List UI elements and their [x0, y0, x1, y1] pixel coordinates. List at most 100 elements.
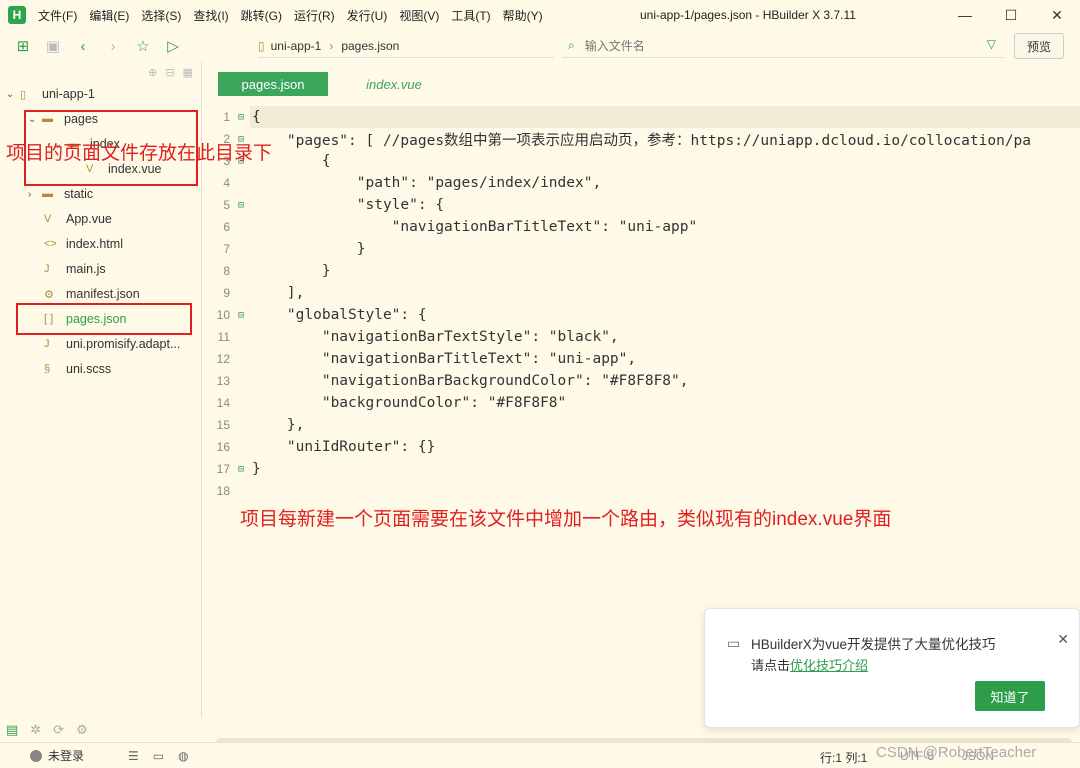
menu-select[interactable]: 选择(S) — [141, 7, 181, 24]
code-text: ], — [252, 285, 305, 301]
plugin-icon[interactable]: ⟳ — [53, 722, 64, 738]
menu-edit[interactable]: 编辑(E) — [89, 7, 129, 24]
debug-icon[interactable]: ✲ — [30, 722, 41, 738]
code-line: 10 ⊟ "globalStyle": { — [216, 307, 427, 323]
tree-label: main.js — [66, 262, 106, 276]
watermark: CSDN @RobertTeacher — [876, 744, 1037, 761]
code-line: 5 ⊟ "style": { — [223, 197, 445, 213]
tree-item-index-html[interactable]: <> index.html — [44, 233, 123, 255]
window-title: uni-app-1/pages.json - HBuilder X 3.7.11 — [640, 8, 856, 22]
login-status[interactable]: 未登录 — [30, 747, 84, 764]
list-icon[interactable]: ☰ — [128, 749, 139, 763]
toast-link-prefix: 请点击 — [751, 658, 791, 673]
star-icon[interactable]: ☆ — [128, 34, 158, 58]
forward-icon[interactable]: › — [98, 34, 128, 58]
settings-file-icon: ⚙ — [44, 288, 54, 301]
file-search-input[interactable] — [584, 38, 945, 53]
terminal-icon[interactable]: ▭ — [153, 749, 164, 763]
tree-label: manifest.json — [66, 287, 140, 301]
tree-item-app-vue[interactable]: V App.vue — [44, 208, 112, 230]
save-icon[interactable]: ▣ — [38, 34, 68, 58]
back-icon[interactable]: ‹ — [68, 34, 98, 58]
tree-label: uni.scss — [66, 362, 112, 376]
status-icons: ☰ ▭ ◍ — [128, 749, 189, 763]
code-line: 8 } — [223, 263, 331, 279]
fold-icon[interactable]: ⊟ — [230, 200, 252, 211]
code-text: { — [252, 109, 261, 125]
hbuilder-window: H 文件(F) 编辑(E) 选择(S) 查找(I) 跳转(G) 运行(R) 发行… — [0, 0, 1080, 768]
tree-item-static[interactable]: › ▬ static — [28, 183, 93, 205]
tree-item-uni-promisify[interactable]: J uni.promisify.adapt... — [44, 333, 180, 355]
notification-toast: ▭ HBuilderX为vue开发提供了大量优化技巧 请点击优化技巧介绍 ✕ 知… — [704, 608, 1080, 728]
file-search: ⌕ ▽ — [562, 34, 1004, 58]
toast-link[interactable]: 优化技巧介绍 — [790, 658, 868, 673]
collapse-all-icon[interactable]: ⊕ — [148, 66, 157, 79]
html-file-icon: <> — [44, 238, 57, 250]
new-file-icon[interactable]: ⊞ — [8, 34, 38, 58]
code-line: 14 "backgroundColor": "#F8F8F8" — [216, 395, 567, 411]
fold-icon[interactable]: ⊟ — [230, 310, 252, 321]
close-icon[interactable]: ✕ — [1057, 631, 1069, 648]
code-line: 9 ], — [223, 285, 305, 301]
code-text: "uniIdRouter": {} — [252, 439, 436, 455]
menu-view[interactable]: 视图(V) — [399, 7, 439, 24]
menu-goto[interactable]: 跳转(G) — [241, 7, 282, 24]
menu-publish[interactable]: 发行(U) — [347, 7, 388, 24]
editor-tab-bar: pages.json index.vue — [204, 62, 1080, 106]
cursor-position[interactable]: 行:1 列:1 — [820, 749, 867, 766]
tree-project[interactable]: ⌄ ▯ uni-app-1 — [6, 83, 95, 105]
close-icon[interactable]: ✕ — [1034, 0, 1080, 30]
code-line: 6 "navigationBarTitleText": "uni-app" — [223, 219, 698, 235]
code-text: "backgroundColor": "#F8F8F8" — [252, 395, 567, 411]
menu-file[interactable]: 文件(F) — [38, 7, 77, 24]
message-icon: ▭ — [727, 635, 741, 651]
breadcrumb-project[interactable]: uni-app-1 — [271, 39, 322, 53]
tree-item-uni-scss[interactable]: § uni.scss — [44, 358, 111, 380]
breadcrumb: ▯ uni-app-1 › pages.json — [258, 34, 554, 58]
code-text: "navigationBarTextStyle": "black", — [252, 329, 619, 345]
code-line: 13 "navigationBarBackgroundColor": "#F8F… — [216, 373, 689, 389]
annotation-box-pages-json — [16, 303, 192, 335]
menu-help[interactable]: 帮助(Y) — [503, 7, 543, 24]
code-line: 17 ⊟} — [216, 461, 261, 477]
toast-message: HBuilderX为vue开发提供了大量优化技巧 — [751, 637, 996, 652]
js-file-icon: J — [44, 263, 50, 275]
menu-run[interactable]: 运行(R) — [294, 7, 335, 24]
fold-icon[interactable]: ⊟ — [230, 112, 252, 123]
new-folder-icon[interactable]: ⊟ — [165, 66, 174, 79]
code-line: 18 — [216, 484, 230, 498]
tab-pages-json[interactable]: pages.json — [218, 72, 328, 96]
menu-tools[interactable]: 工具(T) — [451, 7, 490, 24]
toast-link-line: 请点击优化技巧介绍 — [751, 655, 868, 674]
more-icon[interactable]: ▦ — [183, 66, 193, 79]
folder-icon: ▬ — [42, 188, 53, 200]
annotation-pages-json: 项目每新建一个页面需要在该文件中增加一个路由，类似现有的index.vue界面 — [240, 509, 892, 530]
js-file-icon: J — [44, 338, 50, 350]
maximize-icon[interactable]: ☐ — [988, 0, 1034, 30]
tab-index-vue[interactable]: index.vue — [354, 72, 434, 96]
got-it-button[interactable]: 知道了 — [975, 681, 1045, 711]
run-icon[interactable]: ▷ — [158, 34, 188, 58]
globe-icon[interactable]: ◍ — [178, 749, 188, 763]
code-text: "style": { — [252, 197, 445, 213]
menu-bar: 文件(F) 编辑(E) 选择(S) 查找(I) 跳转(G) 运行(R) 发行(U… — [38, 7, 555, 24]
window-controls: — ☐ ✕ — [942, 0, 1080, 30]
user-icon — [30, 749, 42, 762]
tree-label: App.vue — [66, 212, 112, 226]
tree-item-manifest-json[interactable]: ⚙ manifest.json — [44, 283, 140, 305]
breadcrumb-file[interactable]: pages.json — [341, 39, 399, 53]
minimize-icon[interactable]: — — [942, 0, 988, 30]
code-text: "navigationBarTitleText": "uni-app", — [252, 351, 637, 367]
project-folder-icon: ▯ — [20, 88, 27, 101]
project-manager-icon[interactable]: ▤ — [6, 722, 18, 738]
fold-icon[interactable]: ⊟ — [230, 464, 252, 475]
code-text: "navigationBarBackgroundColor": "#F8F8F8… — [252, 373, 689, 389]
annotation-pages-dir: 项目的页面文件存放在此目录下 — [6, 143, 273, 164]
filter-icon[interactable]: ▽ — [987, 37, 996, 51]
tree-item-main-js[interactable]: J main.js — [44, 258, 106, 280]
menu-find[interactable]: 查找(I) — [193, 7, 228, 24]
settings-icon[interactable]: ⚙ — [76, 722, 88, 738]
chevron-down-icon: ⌄ — [6, 88, 15, 100]
preview-button[interactable]: 预览 — [1014, 33, 1064, 59]
code-line: 2 ⊟ "pages": [ //pages数组中第一项表示应用启动页，参考：ht… — [204, 128, 1080, 150]
